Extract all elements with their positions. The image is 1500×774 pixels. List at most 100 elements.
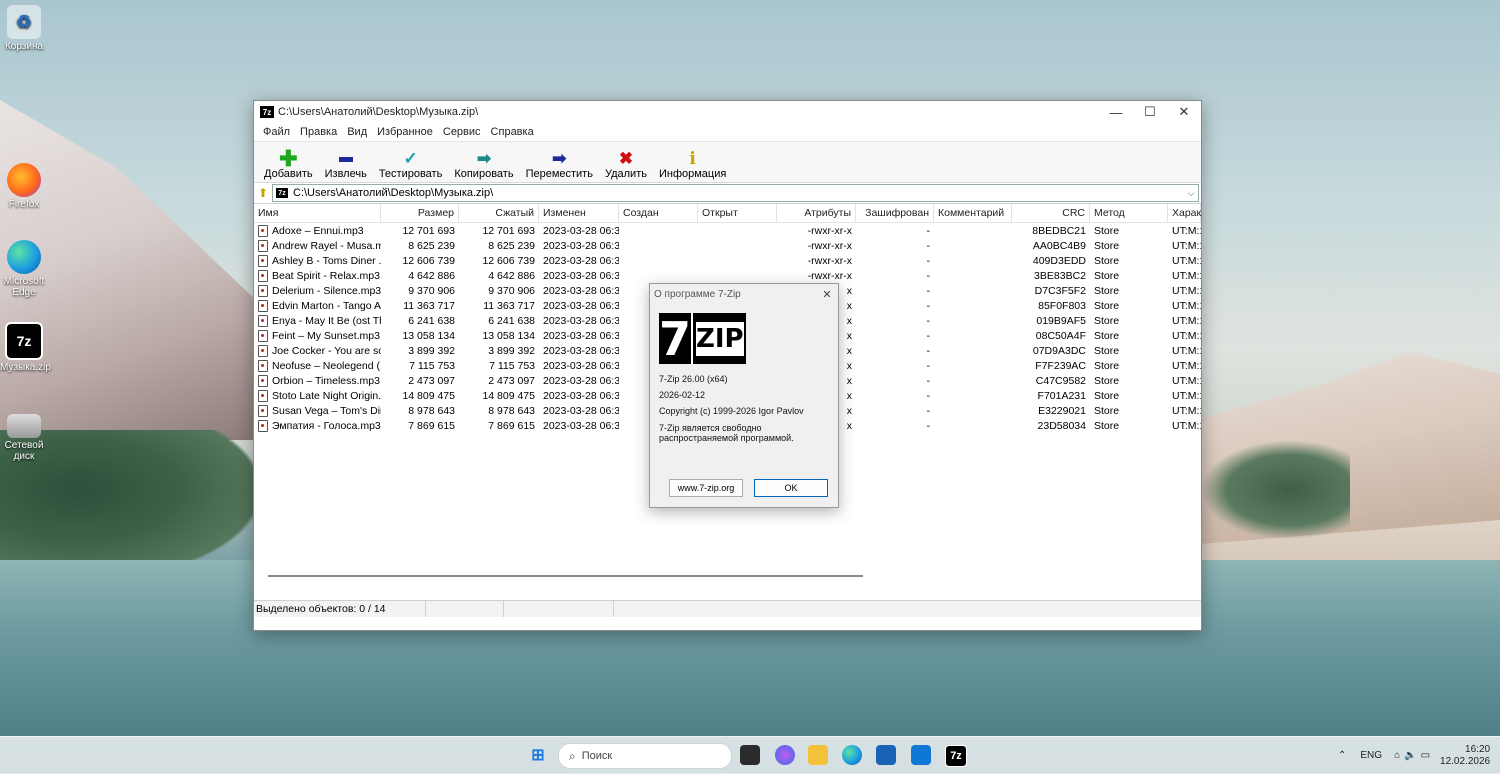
copy-button[interactable]: ➡ Копировать xyxy=(448,150,519,182)
7zip-taskbar-icon[interactable]: 7z xyxy=(945,745,967,767)
audio-file-icon xyxy=(258,419,268,432)
move-button[interactable]: ➡ Переместить xyxy=(520,150,599,182)
table-row[interactable]: Beat Spirit - Relax.mp3 4 642 886 4 642 88… xyxy=(254,268,1201,283)
column-crc[interactable]: CRC xyxy=(1012,204,1090,222)
desktop-icon-archive[interactable]: 7z Музыка.zip xyxy=(0,322,51,373)
column-characteristics[interactable]: Характ xyxy=(1168,204,1201,222)
about-license-line-2: распространяемой программой. xyxy=(659,433,794,443)
edge-icon xyxy=(7,240,41,274)
menu-help[interactable]: Справка xyxy=(486,126,539,138)
cell-char: UT:M:1 xyxy=(1172,269,1201,282)
desktop-icon-firefox[interactable]: Firefox xyxy=(0,163,48,210)
desktop-icon-recycle-bin[interactable]: ♻ Корзина xyxy=(0,5,48,52)
cell-size: 9 370 906 xyxy=(408,284,455,297)
file-name: Beat Spirit - Relax.mp3 xyxy=(272,269,380,282)
about-dialog-title-bar[interactable]: О программе 7-Zip ✕ xyxy=(650,284,838,304)
file-name: Neofuse – Neolegend (... xyxy=(272,359,381,372)
column-attributes[interactable]: Атрибуты xyxy=(777,204,856,222)
delete-button[interactable]: ✖ Удалить xyxy=(599,150,653,182)
audio-file-icon xyxy=(258,374,268,387)
column-packed[interactable]: Сжатый xyxy=(459,204,539,222)
audio-file-icon xyxy=(258,314,268,327)
folder-up-icon[interactable]: ⬆ xyxy=(254,186,272,200)
close-button[interactable]: ✕ xyxy=(1167,101,1201,123)
battery-icon[interactable]: ▭ xyxy=(1421,750,1430,761)
status-cell xyxy=(504,601,614,617)
language-indicator[interactable]: ENG xyxy=(1360,750,1382,761)
desktop-icon-edge[interactable]: Microsoft Edge xyxy=(0,240,48,298)
address-input[interactable]: 7z C:\Users\Анатолий\Desktop\Музыка.zip\… xyxy=(272,184,1199,202)
column-created[interactable]: Создан xyxy=(619,204,698,222)
desktop-icon-network-drive[interactable]: Сетевой диск xyxy=(0,408,48,462)
volume-icon[interactable]: 🔈 xyxy=(1404,750,1416,761)
windows-start-icon[interactable]: ⊞ xyxy=(528,745,548,765)
move-arrow-icon: ➡ xyxy=(552,149,567,168)
add-button[interactable]: ✚ Добавить xyxy=(258,146,319,182)
table-row[interactable]: Ashley B - Toms Diner .... 12 606 739 12 6… xyxy=(254,253,1201,268)
column-encrypted[interactable]: Зашифрован xyxy=(856,204,934,222)
cell-enc: - xyxy=(926,404,931,417)
network-icon[interactable]: ⌂ xyxy=(1394,750,1400,761)
table-row[interactable]: Andrew Rayel - Musa.m... 8 625 239 8 625 2… xyxy=(254,238,1201,253)
column-method[interactable]: Метод xyxy=(1090,204,1168,222)
cell-crc: 85F0F803 xyxy=(1038,299,1086,312)
cell-packed: 4 642 886 xyxy=(488,269,535,282)
horizontal-scrollbar[interactable] xyxy=(268,575,863,577)
edge-taskbar-icon[interactable] xyxy=(842,745,862,765)
delete-x-icon: ✖ xyxy=(618,149,634,168)
menu-edit[interactable]: Правка xyxy=(295,126,342,138)
menu-tools[interactable]: Сервис xyxy=(438,126,486,138)
column-comment[interactable]: Комментарий xyxy=(934,204,1012,222)
minimize-button[interactable]: — xyxy=(1099,101,1133,123)
cell-enc: - xyxy=(926,374,931,387)
maximize-button[interactable]: ☐ xyxy=(1133,101,1167,123)
taskbar-search[interactable]: ⌕ Поиск xyxy=(558,743,732,769)
column-accessed[interactable]: Открыт xyxy=(698,204,777,222)
cell-enc: - xyxy=(926,269,931,282)
column-modified[interactable]: Изменен xyxy=(539,204,619,222)
cell-crc: F7F239AC xyxy=(1035,359,1086,372)
toolbar-label: Переместить xyxy=(525,168,593,180)
store-icon[interactable] xyxy=(876,745,896,765)
column-size[interactable]: Размер xyxy=(381,204,459,222)
menu-view[interactable]: Вид xyxy=(342,126,372,138)
menu-favorites[interactable]: Избранное xyxy=(372,126,438,138)
file-explorer-icon[interactable] xyxy=(808,745,828,765)
about-dialog: О программе 7-Zip ✕ 7 ZIP 7-Zip 26.00 (x… xyxy=(649,283,839,508)
file-name: Edvin Marton - Tango A... xyxy=(272,299,381,312)
status-cell xyxy=(426,601,504,617)
menu-file[interactable]: Файл xyxy=(258,126,295,138)
cell-crc: D7C3F5F2 xyxy=(1034,284,1086,297)
task-view-icon[interactable] xyxy=(740,745,760,765)
extract-button[interactable]: Извлечь xyxy=(319,150,373,182)
column-name[interactable]: Имя xyxy=(254,204,381,222)
cell-attr: -rwxr-xr-x xyxy=(807,239,852,252)
plus-icon: ✚ xyxy=(279,146,298,171)
clock[interactable]: 16:20 12.02.2026 xyxy=(1440,744,1490,768)
clock-date: 12.02.2026 xyxy=(1440,755,1491,767)
test-button[interactable]: ✓ Тестировать xyxy=(373,150,449,182)
cell-crc: 019B9AF5 xyxy=(1036,314,1086,327)
copilot-icon[interactable] xyxy=(775,745,795,765)
cell-char: UT:M:1 xyxy=(1172,359,1201,372)
chevron-up-icon[interactable]: ⌃ xyxy=(1338,750,1346,761)
cell-method: Store xyxy=(1094,389,1120,402)
check-icon: ✓ xyxy=(403,149,418,168)
cell-char: UT:M:1 xyxy=(1172,329,1201,342)
chevron-down-icon[interactable]: ⌵ xyxy=(1184,188,1198,199)
audio-file-icon xyxy=(258,404,268,417)
table-row[interactable]: Adoxe – Ennui.mp3 12 701 693 12 701 693 202… xyxy=(254,223,1201,238)
cell-crc: AA0BC4B9 xyxy=(1032,239,1086,252)
cell-size: 8 978 643 xyxy=(408,404,455,417)
info-button[interactable]: i Информация xyxy=(653,150,732,182)
cell-modified: 2023-03-28 06:37 xyxy=(543,224,619,237)
ok-button[interactable]: OK xyxy=(754,479,828,497)
about-close-button[interactable]: ✕ xyxy=(816,288,838,301)
cell-modified: 2023-03-28 06:37 xyxy=(543,344,619,357)
outlook-icon[interactable] xyxy=(911,745,931,765)
cell-size: 8 625 239 xyxy=(408,239,455,252)
cell-size: 7 115 753 xyxy=(409,359,455,372)
website-button[interactable]: www.7-zip.org xyxy=(669,479,743,497)
cell-crc: 23D58034 xyxy=(1037,419,1086,432)
title-bar[interactable]: 7z C:\Users\Анатолий\Desktop\Музыка.zip\… xyxy=(254,101,1201,123)
